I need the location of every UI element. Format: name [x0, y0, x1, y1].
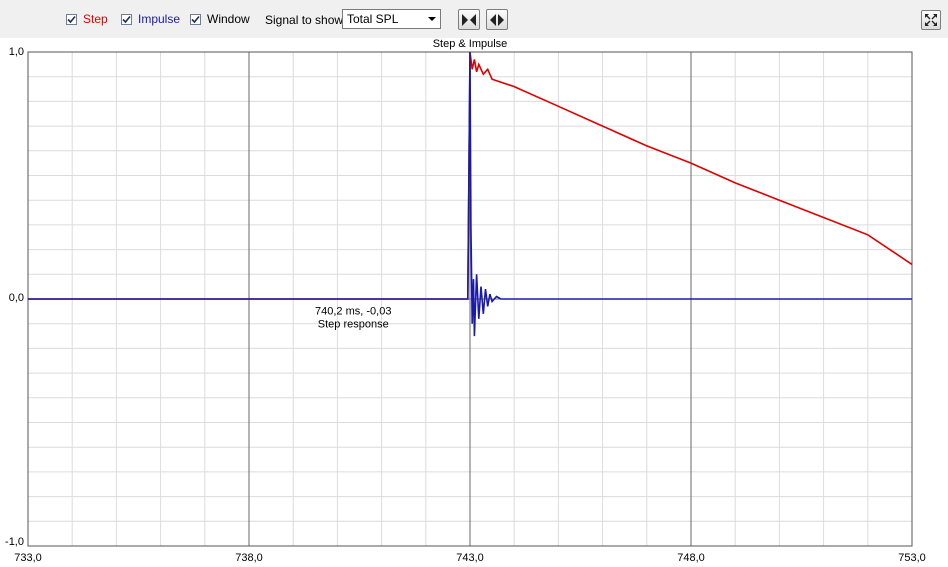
y-tick-label: 1,0: [9, 46, 24, 58]
x-tick-label: 738,0: [235, 552, 263, 564]
impulse-checkbox[interactable]: Impulse: [121, 12, 180, 26]
step-checkbox[interactable]: Step: [66, 12, 108, 26]
annotation-line: Step response: [318, 318, 389, 330]
toolbar: Step Impulse Window Signal to show Total…: [0, 0, 948, 38]
dropdown-arrow-icon: [428, 17, 436, 21]
annotation-line: 740,2 ms, -0,03: [315, 305, 391, 317]
cursor-annotation: 740,2 ms, -0,03Step response: [315, 305, 391, 330]
signal-to-show-label: Signal to show: [265, 13, 344, 27]
zoom-out-icon: [490, 13, 504, 26]
chart-title: Step & Impulse: [433, 38, 508, 50]
x-tick-label: 743,0: [456, 552, 484, 564]
x-tick-label: 753,0: [898, 552, 926, 564]
zoom-in-icon: [462, 13, 476, 26]
window-checkbox-label: Window: [207, 12, 250, 26]
step-impulse-chart: Step & Impulse -1,0 0,0 1,0 733,0 738,0 743,…: [0, 38, 948, 567]
y-tick-label: -1,0: [5, 536, 24, 548]
step-checkbox-label: Step: [83, 12, 108, 26]
signal-select[interactable]: Total SPL: [342, 9, 441, 29]
checkmark-icon: [121, 13, 132, 25]
checkmark-icon: [66, 13, 77, 25]
x-tick-label: 748,0: [677, 552, 705, 564]
checkmark-icon: [190, 13, 201, 25]
x-tick-label: 733,0: [14, 552, 42, 564]
zoom-out-button[interactable]: [486, 9, 508, 30]
y-tick-label: 0,0: [9, 292, 24, 304]
impulse-checkbox-label: Impulse: [138, 12, 181, 26]
fullscreen-button[interactable]: [921, 10, 941, 30]
maximize-icon: [925, 14, 937, 26]
window-checkbox[interactable]: Window: [190, 12, 250, 26]
signal-select-value: Total SPL: [347, 12, 399, 26]
zoom-in-button[interactable]: [458, 9, 480, 30]
